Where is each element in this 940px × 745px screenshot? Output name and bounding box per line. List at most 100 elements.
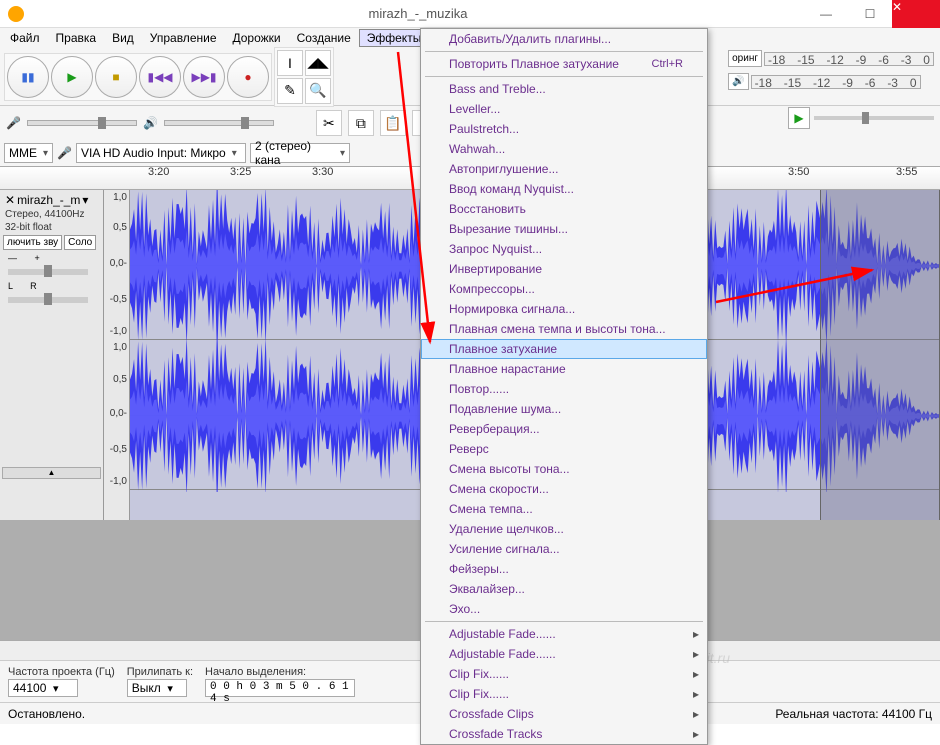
menu-item[interactable]: Запрос Nyquist... (421, 239, 707, 259)
draw-tool[interactable]: ✎ (277, 78, 303, 104)
envelope-tool[interactable]: ◢◣ (305, 50, 331, 76)
pause-button[interactable]: ▮▮ (7, 56, 49, 98)
track-control-panel[interactable]: ✕mirazh_-_m▾ Стерео, 44100Hz 32-bit floa… (0, 190, 104, 520)
actual-rate-text: Реальная частота: 44100 Гц (775, 707, 932, 721)
stop-button[interactable]: ■ (95, 56, 137, 98)
menu-item[interactable]: Восстановить (421, 199, 707, 219)
record-button[interactable]: ● (227, 56, 269, 98)
collapse-button[interactable]: ▲ (2, 467, 101, 479)
project-rate-select[interactable]: 44100 ▾ (8, 679, 78, 697)
menu-item[interactable]: Реверберация... (421, 419, 707, 439)
skip-end-button[interactable]: ▶▶▮ (183, 56, 225, 98)
menu-item-submenu[interactable]: Adjustable Fade...... (421, 644, 707, 664)
maximize-button[interactable]: ☐ (848, 0, 892, 28)
play-button[interactable]: ▶ (51, 56, 93, 98)
menu-item-submenu[interactable]: Crossfade Clips (421, 704, 707, 724)
menu-item[interactable]: Реверс (421, 439, 707, 459)
input-volume-slider[interactable] (27, 120, 137, 126)
close-button[interactable]: ✕ (892, 0, 940, 28)
menu-edit[interactable]: Правка (48, 29, 105, 47)
menu-item[interactable]: Повтор...... (421, 379, 707, 399)
minimize-button[interactable]: — (804, 0, 848, 28)
snap-label: Прилипать к: (127, 666, 193, 678)
vertical-scale[interactable]: 1,0 0,5 0,0- -0,5 -1,0 1,0 0,5 0,0- -0,5… (104, 190, 130, 520)
menu-item-repeat-effect[interactable]: Повторить Плавное затуханиеCtrl+R (421, 54, 707, 74)
menu-item[interactable]: Плавное затухание (421, 339, 707, 359)
channels-select[interactable]: 2 (стерео) кана (250, 143, 350, 163)
menu-item-submenu[interactable]: Clip Fix...... (421, 684, 707, 704)
mic-icon-2: 🎤 (57, 146, 72, 160)
menu-item-add-plugins[interactable]: Добавить/Удалить плагины... (421, 29, 707, 49)
menu-view[interactable]: Вид (104, 29, 142, 47)
window-title: mirazh_-_muzika (32, 6, 804, 21)
zoom-tool[interactable]: 🔍 (305, 78, 331, 104)
rec-meter[interactable]: -18-15-12-9-6-30 (764, 52, 934, 66)
meters: оринг -18-15-12-9-6-30 🔊 -18-15-12-9-6-3… (728, 50, 934, 90)
menu-tracks[interactable]: Дорожки (225, 29, 289, 47)
menu-item[interactable]: Вырезание тишины... (421, 219, 707, 239)
cut-button[interactable]: ✂ (316, 110, 342, 136)
menu-item[interactable]: Фейзеры... (421, 559, 707, 579)
titlebar: mirazh_-_muzika — ☐ ✕ (0, 0, 940, 28)
menu-file[interactable]: Файл (2, 29, 48, 47)
track-bits: 32-bit float (2, 221, 101, 234)
track-format: Стерео, 44100Hz (2, 208, 101, 221)
menu-item[interactable]: Ввод команд Nyquist... (421, 179, 707, 199)
snap-select[interactable]: Выкл ▾ (127, 679, 187, 697)
solo-button[interactable]: Соло (64, 235, 96, 250)
skip-start-button[interactable]: ▮◀◀ (139, 56, 181, 98)
menu-item[interactable]: Компрессоры... (421, 279, 707, 299)
audio-host-select[interactable]: MME (4, 143, 53, 163)
input-device-select[interactable]: VIA HD Audio Input: Микро (76, 143, 246, 163)
copy-button[interactable]: ⧉ (348, 110, 374, 136)
selection-region[interactable] (820, 190, 940, 520)
selection-tool[interactable]: I (277, 50, 303, 76)
output-volume-slider[interactable] (164, 120, 274, 126)
menu-item[interactable]: Paulstretch... (421, 119, 707, 139)
track-menu-icon[interactable]: ▾ (82, 193, 88, 207)
menu-control[interactable]: Управление (142, 29, 225, 47)
menu-generate[interactable]: Создание (289, 29, 359, 47)
menu-item[interactable]: Bass and Treble... (421, 79, 707, 99)
menu-item[interactable]: Инвертирование (421, 259, 707, 279)
paste-button[interactable]: 📋 (380, 110, 406, 136)
menu-item[interactable]: Автоприглушение... (421, 159, 707, 179)
menu-item-submenu[interactable]: Crossfade Tracks (421, 724, 707, 744)
menu-item[interactable]: Эхо... (421, 599, 707, 619)
play-at-speed-toolbar: ▶ (788, 107, 934, 129)
menu-effects[interactable]: Эффекты (359, 29, 430, 47)
ruler-tick: 3:30 (312, 166, 333, 178)
ruler-tick: 3:25 (230, 166, 251, 178)
menu-item[interactable]: Усиление сигнала... (421, 539, 707, 559)
menu-item[interactable]: Подавление шума... (421, 399, 707, 419)
menu-item[interactable]: Удаление щелчков... (421, 519, 707, 539)
play-at-speed-button[interactable]: ▶ (788, 107, 810, 129)
menu-item[interactable]: Плавная смена темпа и высоты тона... (421, 319, 707, 339)
menu-item[interactable]: Нормировка сигнала... (421, 299, 707, 319)
ruler-tick: 3:50 (788, 166, 809, 178)
play-meter-icon[interactable]: 🔊 (728, 73, 748, 90)
pan-slider[interactable] (8, 297, 88, 303)
status-text: Остановлено. (8, 707, 85, 721)
menu-item[interactable]: Смена темпа... (421, 499, 707, 519)
mic-icon: 🎤 (6, 116, 21, 130)
speed-slider[interactable] (814, 116, 934, 120)
selection-start-input[interactable]: 0 0 h 0 3 m 5 0 . 6 1 4 s (205, 679, 355, 697)
track-name: mirazh_-_m (17, 193, 80, 207)
menu-item[interactable]: Плавное нарастание (421, 359, 707, 379)
menu-item[interactable]: Смена высоты тона... (421, 459, 707, 479)
gain-slider[interactable] (8, 269, 88, 275)
menu-item[interactable]: Wahwah... (421, 139, 707, 159)
menu-item[interactable]: Leveller... (421, 99, 707, 119)
menu-item-submenu[interactable]: Adjustable Fade...... (421, 624, 707, 644)
menu-item[interactable]: Эквалайзер... (421, 579, 707, 599)
selection-start-label: Начало выделения: (205, 666, 355, 678)
rec-meter-label[interactable]: оринг (728, 50, 762, 67)
app-icon (8, 6, 24, 22)
track-close-icon[interactable]: ✕ (5, 193, 15, 207)
menu-item-submenu[interactable]: Clip Fix...... (421, 664, 707, 684)
play-meter[interactable]: -18-15-12-9-6-30 (751, 75, 921, 89)
mute-button[interactable]: лючить зву (3, 235, 62, 250)
effects-dropdown-menu: Добавить/Удалить плагины... Повторить Пл… (420, 28, 708, 745)
menu-item[interactable]: Смена скорости... (421, 479, 707, 499)
